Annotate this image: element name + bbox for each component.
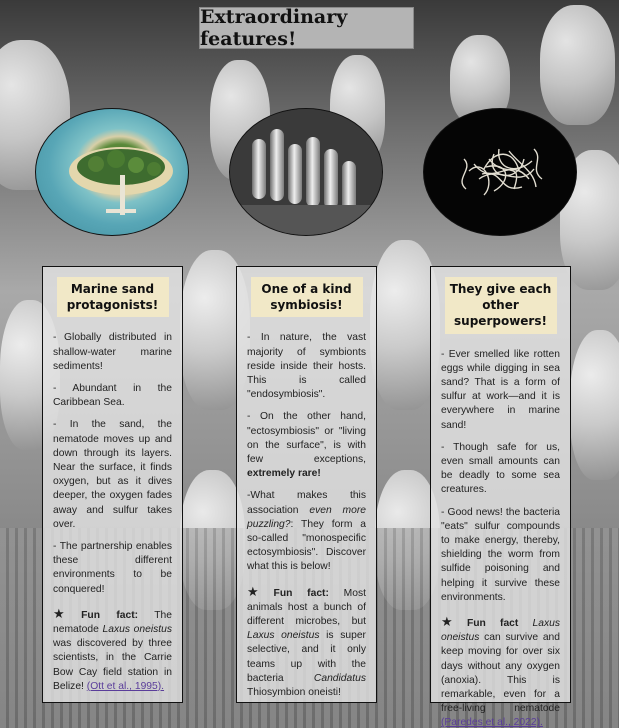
card-paragraph: -What makes this association even more p… bbox=[247, 489, 366, 574]
fun-fact-text: can survive and keep moving for over six… bbox=[441, 632, 560, 715]
star-icon: ★ bbox=[53, 605, 79, 621]
card-body: - Ever smelled like rotten eggs while di… bbox=[431, 334, 570, 728]
fun-fact-label: Fun fact: bbox=[273, 587, 329, 599]
card-paragraph: - Good news! the bacteria "eats" sulfur … bbox=[441, 506, 560, 603]
micrograph-illustration bbox=[230, 109, 382, 235]
card-paragraph: - Globally distributed in shallow-water … bbox=[53, 332, 172, 372]
card-paragraph: - Ever smelled like rotten eggs while di… bbox=[441, 348, 560, 431]
fun-fact-label: Fun fact: bbox=[81, 609, 139, 621]
fun-fact-label: Fun fact bbox=[466, 618, 519, 630]
island-photo bbox=[35, 108, 189, 236]
paragraph-text: - On the other hand, "ectosymbiosis" or … bbox=[247, 411, 366, 465]
card-paragraph: - On the other hand, "ectosymbiosis" or … bbox=[247, 410, 366, 481]
star-icon: ★ bbox=[247, 583, 271, 599]
card-paragraph: - Though safe for us, even small amounts… bbox=[441, 441, 560, 496]
fun-fact-text bbox=[518, 618, 532, 629]
species-name: Candidatus bbox=[313, 672, 366, 684]
bacteria-coat-micrograph bbox=[229, 108, 383, 236]
nematode-bundle-photo bbox=[423, 108, 577, 236]
card-body: - Globally distributed in shallow-water … bbox=[43, 317, 182, 694]
title-banner: Extraordinary features! bbox=[199, 6, 414, 50]
card-body: - In nature, the vast majority of symbio… bbox=[237, 317, 376, 700]
card-marine-sand: Marine sand protagonists! - Globally dis… bbox=[42, 266, 183, 703]
emphasis-text: extremely rare! bbox=[247, 468, 321, 480]
species-name: Laxus oneistus bbox=[247, 630, 320, 642]
card-heading: One of a kind symbiosis! bbox=[250, 277, 363, 318]
fun-fact: ★ Fun fact: The nematode Laxus oneistus w… bbox=[53, 605, 172, 694]
island-illustration bbox=[69, 147, 173, 215]
card-heading: Marine sand protagonists! bbox=[56, 277, 169, 318]
fun-fact-text: Thiosymbion oneisti! bbox=[247, 687, 341, 699]
citation-link[interactable]: (Paredes et al., 2022). bbox=[441, 717, 543, 728]
card-paragraph: - In the sand, the nematode moves up and… bbox=[53, 419, 172, 530]
star-icon: ★ bbox=[441, 614, 464, 630]
fun-fact: ★ Fun fact: Most animals host a bunch of … bbox=[247, 583, 366, 701]
card-paragraph: - In nature, the vast majority of symbio… bbox=[247, 332, 366, 401]
card-heading: They give each other superpowers! bbox=[444, 277, 557, 334]
card-paragraph: - The partnership enables these differen… bbox=[53, 541, 172, 595]
page-title: Extraordinary features! bbox=[200, 6, 348, 50]
citation-link[interactable]: (Ott et al., 1995). bbox=[87, 681, 164, 692]
species-name: Laxus oneistus bbox=[102, 624, 172, 636]
fun-fact: ★ Fun fact Laxus oneistus can survive and… bbox=[441, 613, 560, 728]
nematode-illustration bbox=[461, 148, 543, 196]
card-superpowers: They give each other superpowers! - Ever… bbox=[430, 266, 571, 728]
bg-cell bbox=[570, 330, 619, 480]
card-paragraph: - Abundant in the Caribbean Sea. bbox=[53, 382, 172, 409]
card-symbiosis: One of a kind symbiosis! - In nature, th… bbox=[236, 266, 377, 703]
bg-cell bbox=[540, 5, 615, 125]
